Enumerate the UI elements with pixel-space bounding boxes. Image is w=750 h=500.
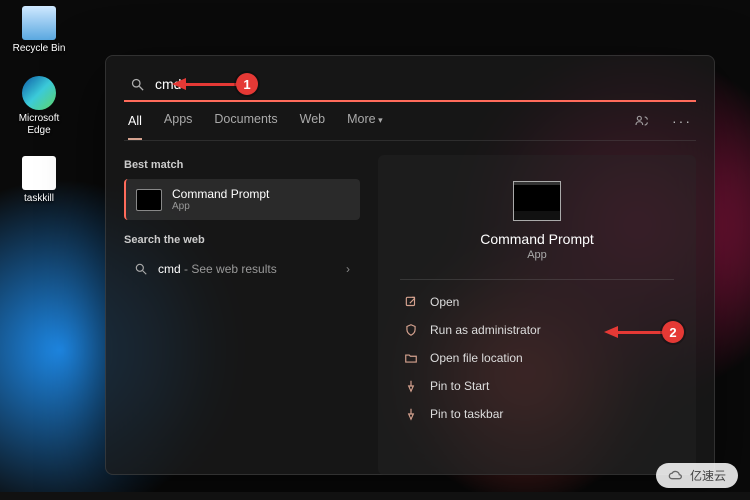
desktop-icon-edge[interactable]: Microsoft Edge — [8, 76, 70, 137]
section-best-match: Best match — [124, 159, 360, 171]
action-open[interactable]: Open — [400, 288, 674, 316]
action-open-file-location[interactable]: Open file location — [400, 344, 674, 372]
annotation-badge-2: 2 — [662, 321, 684, 343]
pin-icon — [404, 407, 418, 421]
tab-web[interactable]: Web — [300, 112, 325, 130]
tab-all[interactable]: All — [128, 114, 142, 140]
action-label: Open — [430, 295, 459, 309]
results-column: Best match Command Prompt App Search the… — [124, 155, 360, 475]
action-label: Open file location — [430, 351, 523, 365]
result-subtitle: App — [172, 201, 269, 212]
desktop-icon-label: Microsoft Edge — [8, 113, 70, 137]
chevron-right-icon: › — [346, 262, 350, 276]
start-search-panel: All Apps Documents Web More ··· Best mat… — [105, 55, 715, 475]
preview-pane: Command Prompt App Open Run as administr… — [378, 155, 696, 475]
web-result-cmd[interactable]: cmd - See web results › — [124, 254, 360, 284]
taskkill-icon — [22, 156, 56, 190]
action-run-as-administrator[interactable]: Run as administrator — [400, 316, 674, 344]
tab-documents[interactable]: Documents — [214, 112, 277, 130]
desktop-icon-recycle-bin[interactable]: Recycle Bin — [8, 6, 70, 55]
action-pin-to-taskbar[interactable]: Pin to taskbar — [400, 400, 674, 428]
preview-title: Command Prompt — [400, 231, 674, 247]
open-icon — [404, 295, 418, 309]
desktop-icon-label: taskkill — [8, 193, 70, 205]
more-options-icon[interactable]: ··· — [672, 113, 692, 129]
desktop-icon-taskkill[interactable]: taskkill — [8, 156, 70, 205]
edge-icon — [22, 76, 56, 110]
tab-more[interactable]: More — [347, 112, 383, 130]
tab-apps[interactable]: Apps — [164, 112, 193, 130]
web-result-text: cmd - See web results — [158, 262, 277, 276]
command-prompt-large-icon — [513, 181, 561, 221]
search-icon — [134, 262, 148, 276]
action-label: Run as administrator — [430, 323, 541, 337]
watermark: 亿速云 — [656, 463, 738, 488]
watermark-text: 亿速云 — [690, 467, 726, 484]
command-prompt-icon — [136, 189, 162, 211]
annotation-badge-1: 1 — [236, 73, 258, 95]
section-search-web: Search the web — [124, 234, 360, 246]
desktop-icon-label: Recycle Bin — [8, 43, 70, 55]
action-label: Pin to taskbar — [430, 407, 503, 421]
cloud-icon — [668, 468, 684, 484]
shield-icon — [404, 323, 418, 337]
divider — [400, 279, 674, 280]
taskbar[interactable] — [0, 492, 750, 500]
filter-tabs: All Apps Documents Web More ··· — [124, 112, 696, 141]
action-label: Pin to Start — [430, 379, 489, 393]
result-command-prompt[interactable]: Command Prompt App — [124, 179, 360, 220]
result-title: Command Prompt — [172, 187, 269, 201]
search-icon — [130, 77, 145, 92]
recycle-bin-icon — [22, 6, 56, 40]
action-pin-to-start[interactable]: Pin to Start — [400, 372, 674, 400]
preview-subtitle: App — [400, 249, 674, 261]
folder-icon — [404, 351, 418, 365]
search-bar[interactable] — [124, 72, 696, 102]
pin-icon — [404, 379, 418, 393]
account-sync-icon[interactable] — [634, 113, 650, 129]
